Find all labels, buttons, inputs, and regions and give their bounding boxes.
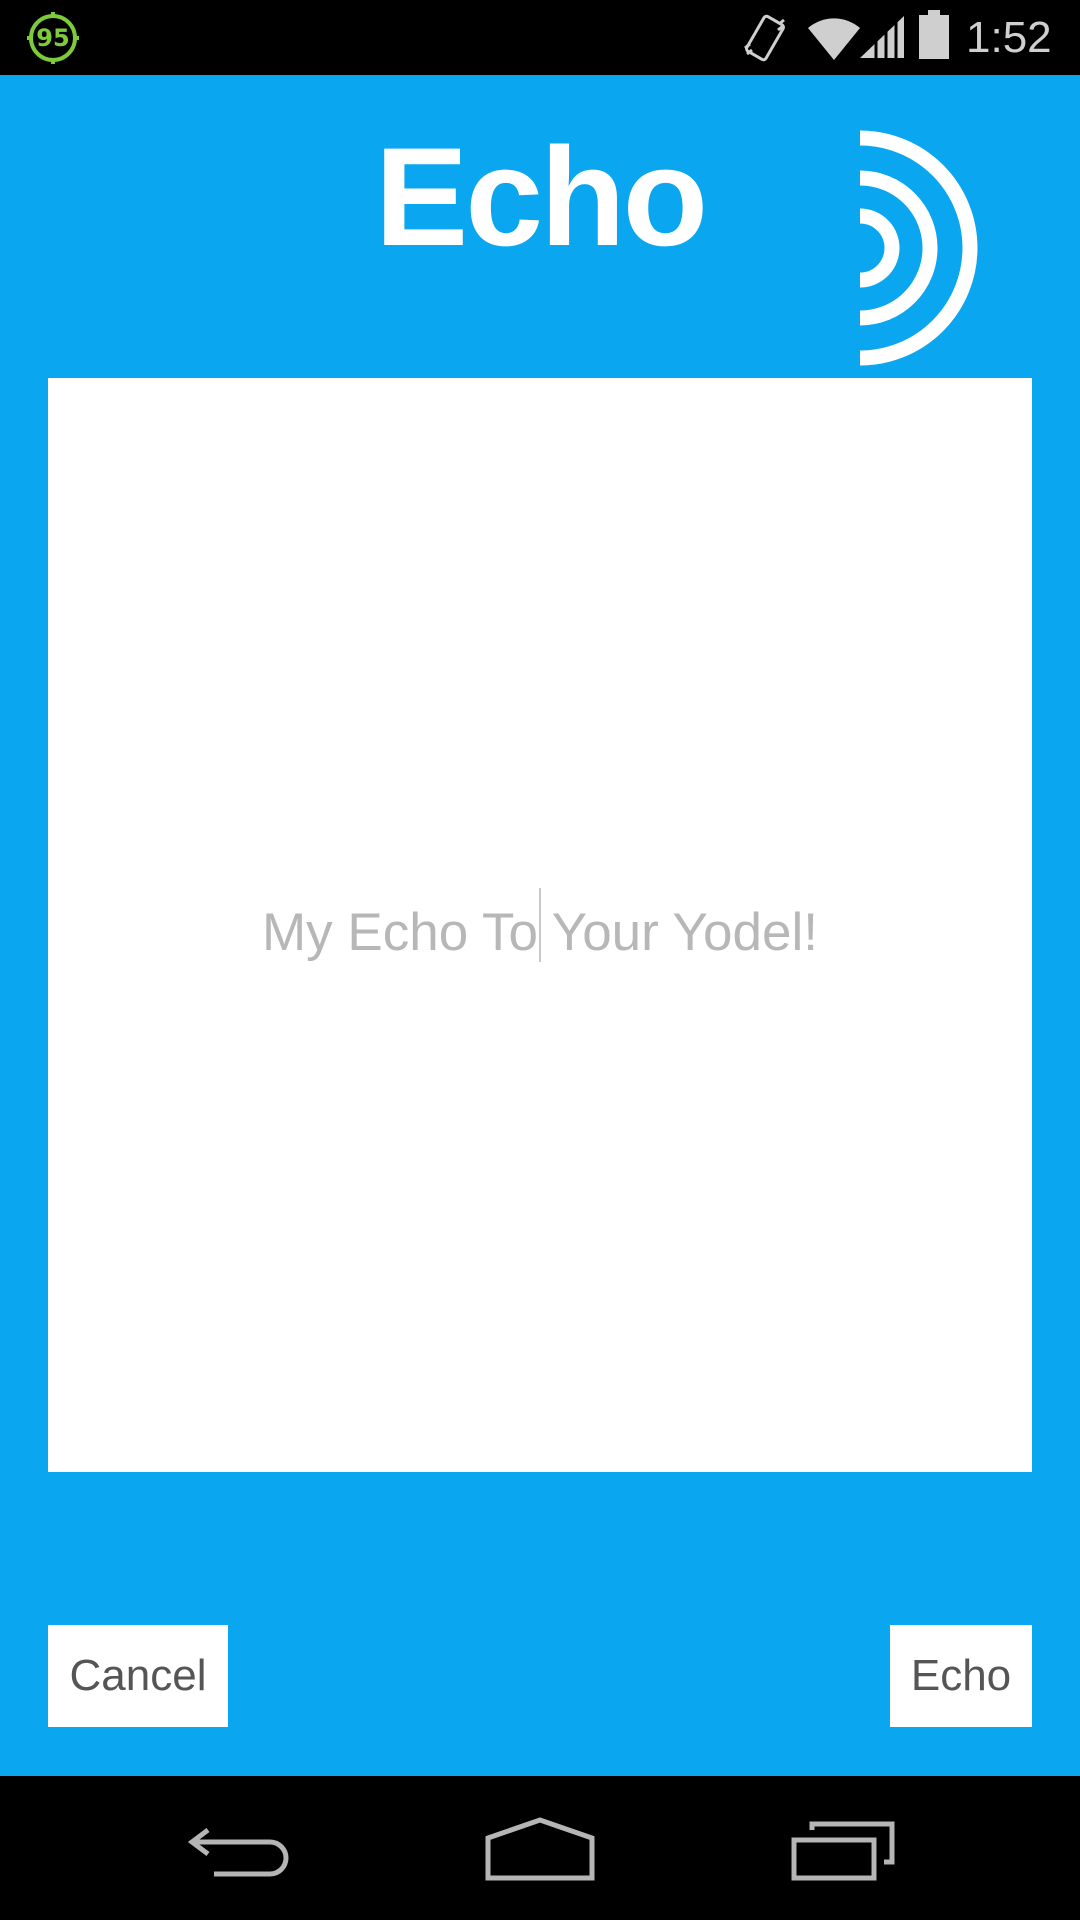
notification-badge-count: 95 [36, 24, 70, 52]
text-cursor [539, 888, 541, 962]
recents-icon[interactable] [790, 1818, 896, 1882]
sound-waves-icon [859, 130, 978, 366]
status-clock: 1:52 [966, 13, 1052, 62]
signal-icon [860, 16, 904, 58]
home-icon[interactable] [484, 1816, 596, 1882]
battery-icon [919, 10, 949, 59]
echo-compose-screen: 95 1:52 Echo My Echo To Your Yodel! Canc… [0, 0, 1080, 1920]
echo-button[interactable]: Echo [890, 1625, 1032, 1727]
back-icon[interactable] [188, 1820, 292, 1880]
cancel-button[interactable]: Cancel [48, 1625, 228, 1727]
status-bar: 95 1:52 [0, 0, 1080, 75]
wifi-icon [808, 18, 860, 60]
message-input[interactable]: My Echo To Your Yodel! [48, 378, 1032, 1472]
navigation-bar [0, 1776, 1080, 1920]
vibrate-icon [744, 14, 785, 62]
